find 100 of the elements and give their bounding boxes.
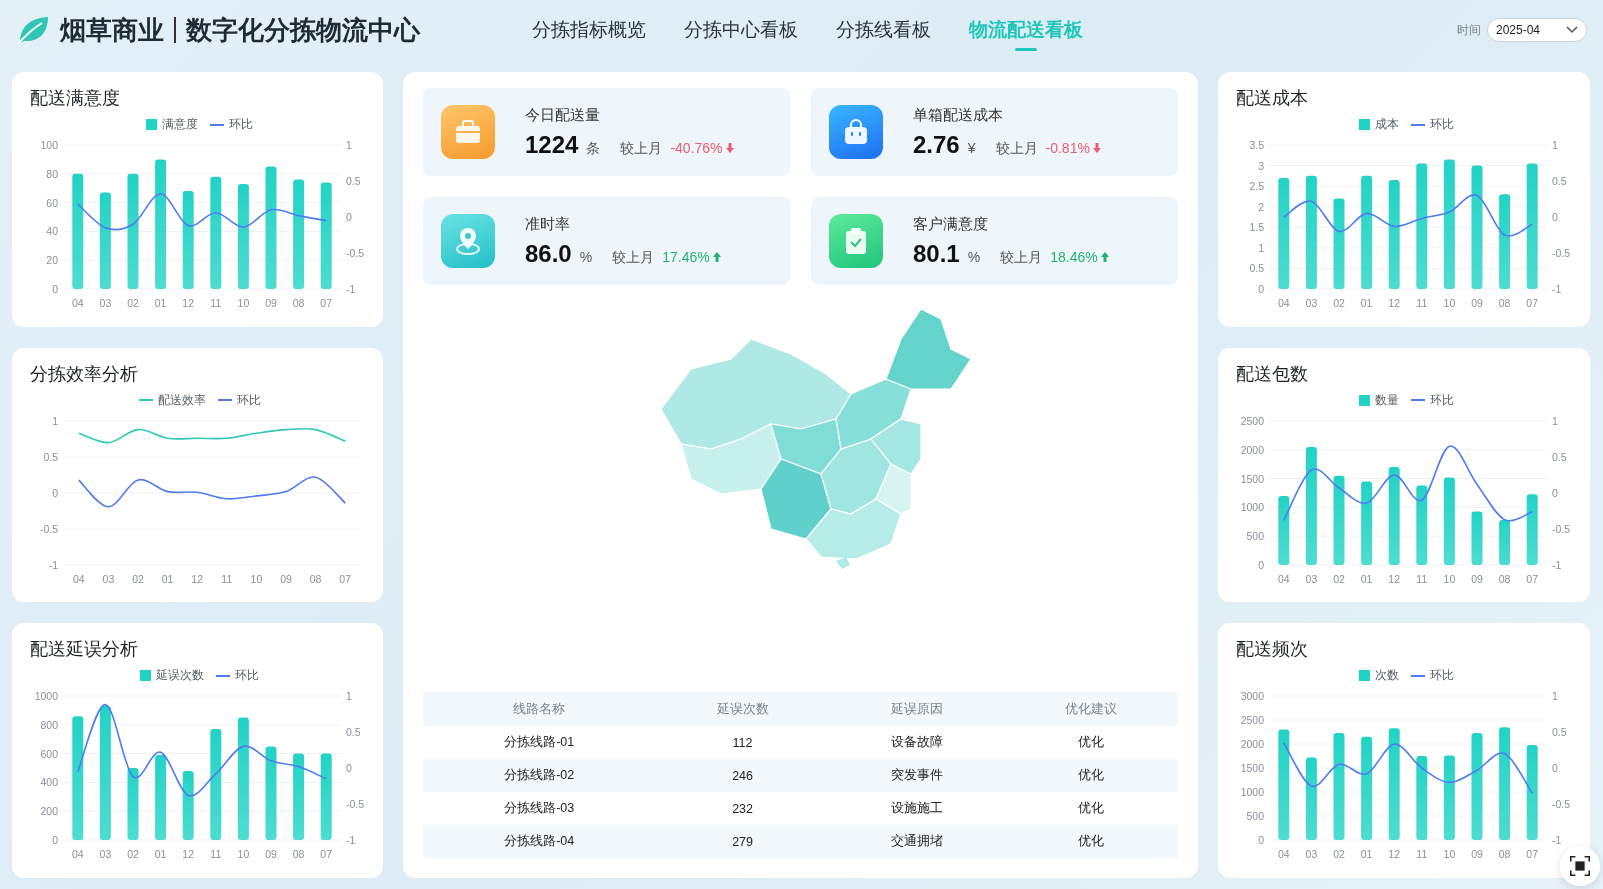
leaf-logo-icon xyxy=(16,15,50,45)
table-cell: 分拣线路-01 xyxy=(423,726,656,759)
change-value: -0.81% xyxy=(1045,139,1090,156)
nav-tab[interactable]: 分拣指标概览 xyxy=(532,11,646,49)
axis-tick-label: 08 xyxy=(1498,848,1511,861)
axis-tick-label: 10 xyxy=(237,848,250,861)
column-header: 延误原因 xyxy=(829,692,1004,726)
card-title: 配送包数 xyxy=(1236,362,1309,386)
axis-tick-label: 2.5 xyxy=(1249,180,1264,193)
axis-tick-label: 09 xyxy=(265,297,277,309)
axis-tick-label: 1 xyxy=(1552,690,1558,703)
card-title: 配送延误分析 xyxy=(30,638,139,662)
axis-tick-label: 03 xyxy=(99,848,112,861)
axis-tick-label: -1 xyxy=(346,283,356,295)
axis-tick-label: -1 xyxy=(346,834,356,847)
axis-tick-label: 500 xyxy=(1246,810,1264,823)
table-cell: 设施施工 xyxy=(829,792,1004,825)
axis-tick-label: 03 xyxy=(99,297,112,309)
axis-tick-label: 0 xyxy=(52,486,58,499)
bar xyxy=(1471,511,1483,565)
axis-tick-label: 12 xyxy=(182,297,195,309)
axis-tick-label: -0.5 xyxy=(1552,798,1571,811)
axis-tick-label: 12 xyxy=(182,848,195,861)
axis-tick-label: 12 xyxy=(1388,572,1401,585)
shopping-bag-icon xyxy=(843,119,869,145)
axis-tick-label: 500 xyxy=(1246,529,1264,542)
card-title: 配送成本 xyxy=(1236,87,1309,110)
legend-label: 环比 xyxy=(1429,116,1454,133)
axis-tick-label: 04 xyxy=(72,572,85,585)
legend-label: 环比 xyxy=(235,667,259,685)
nav-tab[interactable]: 分拣线看板 xyxy=(836,11,931,49)
brand-name: 烟草商业 xyxy=(60,13,164,47)
axis-tick-label: 09 xyxy=(280,572,292,585)
axis-tick-label: 2500 xyxy=(1240,714,1264,727)
scan-icon xyxy=(1570,856,1590,876)
axis-tick-label: 02 xyxy=(1333,572,1345,585)
axis-tick-label: 01 xyxy=(1360,848,1373,861)
card-title: 分拣效率分析 xyxy=(30,362,139,386)
legend-label: 环比 xyxy=(236,391,261,409)
axis-tick-label: 0 xyxy=(346,762,352,775)
axis-tick-label: 600 xyxy=(40,747,58,760)
table-cell: 优化 xyxy=(1003,792,1178,825)
kpi-label: 今日配送量 xyxy=(525,105,601,125)
axis-tick-label: 04 xyxy=(1277,572,1290,585)
axis-tick-label: 0.5 xyxy=(346,726,361,739)
axis-tick-label: 02 xyxy=(127,848,139,861)
column-header: 优化建议 xyxy=(1003,692,1178,726)
month-dropdown[interactable]: 2025-04 xyxy=(1487,18,1587,42)
axis-tick-label: 200 xyxy=(40,805,58,818)
axis-tick-label: -0.5 xyxy=(39,522,58,535)
location-pin-icon xyxy=(455,227,481,255)
table-cell: 突发事件 xyxy=(829,759,1004,792)
legend-label: 环比 xyxy=(1429,391,1454,409)
nav-tab[interactable]: 分拣中心看板 xyxy=(684,11,798,49)
axis-tick-label: 08 xyxy=(1498,297,1511,309)
axis-tick-label: 1 xyxy=(346,139,352,151)
axis-tick-label: 07 xyxy=(339,572,352,585)
axis-tick-label: 0 xyxy=(52,834,58,847)
card-title: 配送频次 xyxy=(1236,638,1309,662)
arrow-up-icon xyxy=(712,251,721,262)
bar xyxy=(182,771,194,841)
kpi-unit: % xyxy=(967,248,981,265)
table-cell: 232 xyxy=(655,792,830,825)
axis-tick-label: 11 xyxy=(221,572,233,585)
axis-tick-label: 1000 xyxy=(1240,501,1264,514)
axis-tick-label: 07 xyxy=(1526,848,1539,861)
bar xyxy=(1499,519,1511,565)
change-value: 18.46% xyxy=(1050,248,1098,265)
axis-tick-label: 80 xyxy=(46,167,58,180)
axis-tick-label: 09 xyxy=(1471,297,1483,309)
legend-label: 配送效率 xyxy=(157,391,206,409)
axis-tick-label: 09 xyxy=(1471,572,1483,585)
kpi-unit: % xyxy=(579,248,593,265)
arrow-down-icon xyxy=(725,142,734,153)
axis-tick-label: 10 xyxy=(1443,572,1456,585)
axis-tick-label: 0.5 xyxy=(1552,450,1567,463)
table-cell: 分拣线路-03 xyxy=(423,792,656,825)
axis-tick-label: 800 xyxy=(40,719,58,732)
axis-tick-label: 0.5 xyxy=(346,175,361,187)
axis-tick-label: -1 xyxy=(1552,558,1562,571)
axis-tick-label: 12 xyxy=(1388,848,1401,861)
axis-tick-label: 1000 xyxy=(1240,786,1264,799)
axis-tick-label: 40 xyxy=(46,225,58,238)
axis-tick-label: 20 xyxy=(46,254,58,267)
axis-tick-label: 09 xyxy=(1471,848,1483,861)
axis-tick-label: 03 xyxy=(1305,848,1318,861)
axis-tick-label: 01 xyxy=(1360,297,1373,309)
screenshot-button[interactable] xyxy=(1560,846,1600,886)
axis-tick-label: 01 xyxy=(154,297,167,309)
compare-label: 较上月 xyxy=(1000,248,1043,267)
arrow-down-icon xyxy=(1092,142,1101,153)
table-cell: 279 xyxy=(655,825,830,858)
axis-tick-label: 10 xyxy=(1443,848,1456,861)
axis-tick-label: 1.5 xyxy=(1249,221,1264,234)
axis-tick-label: 0 xyxy=(1552,211,1558,223)
kpi-unit: ¥ xyxy=(967,139,976,156)
table-cell: 交通拥堵 xyxy=(829,825,1004,858)
axis-tick-label: 1500 xyxy=(1240,762,1264,775)
axis-tick-label: 04 xyxy=(71,848,84,861)
kpi-label: 客户满意度 xyxy=(913,214,989,234)
